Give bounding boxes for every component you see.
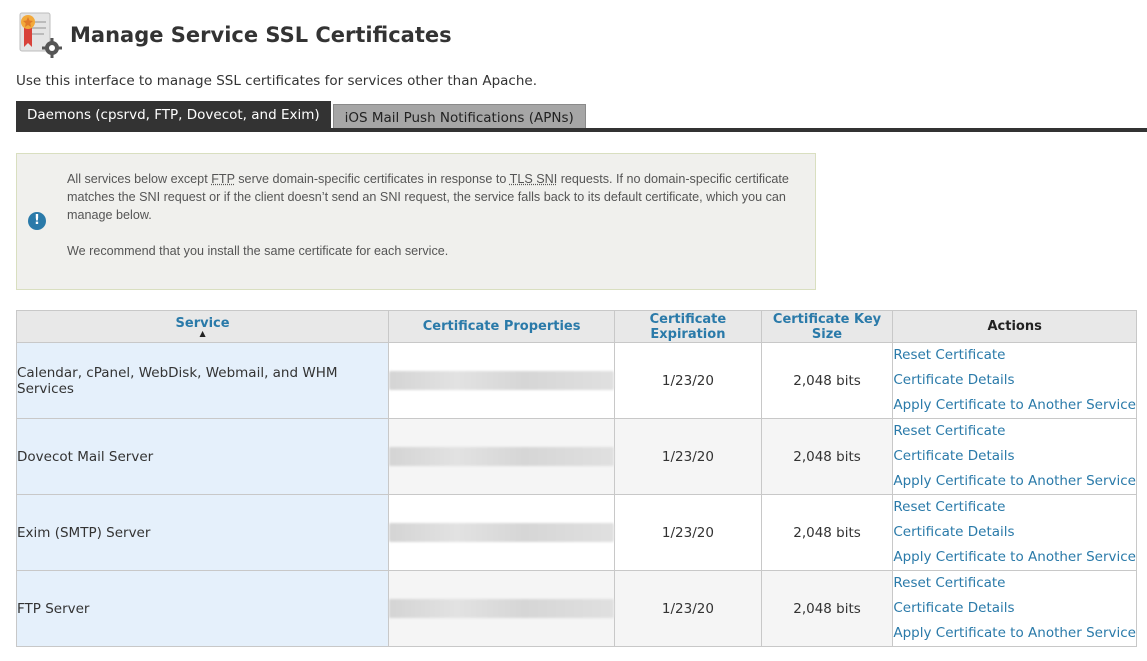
service-certificates-table: Service ▲ Certificate Properties Certific… [15, 310, 1137, 647]
certificate-key-size: 2,048 bits [760, 494, 894, 571]
redacted-properties [389, 371, 615, 390]
info-callout: ! All services below except FTP serve do… [16, 153, 816, 290]
table-row: Calendar, cPanel, WebDisk, Webmail, and … [15, 342, 1137, 419]
service-name: Dovecot Mail Server [15, 418, 390, 495]
row-actions: Reset Certificate Certificate Details Ap… [892, 570, 1137, 647]
sort-ascending-icon: ▲ [199, 329, 206, 338]
certificate-details-link[interactable]: Certificate Details [893, 596, 1136, 621]
table-row: Exim (SMTP) Server 1/23/20 2,048 bits Re… [15, 494, 1137, 571]
service-name: Calendar, cPanel, WebDisk, Webmail, and … [15, 342, 390, 419]
info-exclamation-icon: ! [28, 212, 46, 230]
certificate-details-link[interactable]: Certificate Details [893, 520, 1136, 545]
notice-paragraph-2: We recommend that you install the same c… [67, 244, 449, 258]
redacted-properties [389, 599, 615, 618]
redacted-properties [389, 447, 615, 466]
redacted-properties [389, 523, 615, 542]
service-name: Exim (SMTP) Server [15, 494, 390, 571]
ftp-abbr: FTP [211, 172, 235, 186]
certificate-details-link[interactable]: Certificate Details [893, 368, 1136, 393]
apply-certificate-link[interactable]: Apply Certificate to Another Service [893, 393, 1136, 418]
certificate-properties [388, 342, 616, 419]
table-row: FTP Server 1/23/20 2,048 bits Reset Cert… [15, 570, 1137, 647]
certificate-key-size: 2,048 bits [760, 570, 894, 647]
certificate-properties [388, 570, 616, 647]
certificate-key-size: 2,048 bits [760, 342, 894, 419]
reset-certificate-link[interactable]: Reset Certificate [893, 571, 1136, 596]
certificate-properties [388, 494, 616, 571]
certificate-details-link[interactable]: Certificate Details [893, 444, 1136, 469]
actions-column-header: Actions [892, 310, 1137, 343]
tab-underline [16, 128, 1147, 132]
expiration-column-header[interactable]: Certificate Expiration [614, 310, 762, 343]
properties-column-header[interactable]: Certificate Properties [388, 310, 616, 343]
notice-paragraph-1: All services below except FTP serve doma… [67, 170, 802, 224]
row-actions: Reset Certificate Certificate Details Ap… [892, 418, 1137, 495]
table-row: Dovecot Mail Server 1/23/20 2,048 bits R… [15, 418, 1137, 495]
key-size-column-header[interactable]: Certificate Key Size [760, 310, 894, 343]
certificate-key-size: 2,048 bits [760, 418, 894, 495]
certificate-properties [388, 418, 616, 495]
certificate-expiration: 1/23/20 [614, 570, 762, 647]
apply-certificate-link[interactable]: Apply Certificate to Another Service [893, 621, 1136, 646]
certificate-expiration: 1/23/20 [614, 494, 762, 571]
row-actions: Reset Certificate Certificate Details Ap… [892, 494, 1137, 571]
reset-certificate-link[interactable]: Reset Certificate [893, 343, 1136, 368]
apply-certificate-link[interactable]: Apply Certificate to Another Service [893, 545, 1136, 570]
info-callout-text: All services below except FTP serve doma… [67, 170, 802, 278]
tls-sni-abbr: TLS SNI [509, 172, 558, 186]
reset-certificate-link[interactable]: Reset Certificate [893, 419, 1136, 444]
page-title: Manage Service SSL Certificates [70, 23, 452, 47]
certificate-settings-icon [18, 11, 62, 59]
tab-apns[interactable]: iOS Mail Push Notifications (APNs) [332, 104, 586, 130]
tab-bar: Daemons (cpsrvd, FTP, Dovecot, and Exim)… [16, 101, 586, 130]
intro-text: Use this interface to manage SSL certifi… [16, 73, 538, 89]
certificate-expiration: 1/23/20 [614, 342, 762, 419]
apply-certificate-link[interactable]: Apply Certificate to Another Service [893, 469, 1136, 494]
row-actions: Reset Certificate Certificate Details Ap… [892, 342, 1137, 419]
certificate-expiration: 1/23/20 [614, 418, 762, 495]
reset-certificate-link[interactable]: Reset Certificate [893, 495, 1136, 520]
service-column-header[interactable]: Service ▲ [15, 310, 390, 343]
service-name: FTP Server [15, 570, 390, 647]
table-header-row: Service ▲ Certificate Properties Certific… [15, 310, 1137, 343]
notice-text-part: All services below except [67, 172, 212, 186]
page-header: Manage Service SSL Certificates [18, 10, 452, 60]
notice-text-part: serve domain-specific certificates in re… [234, 172, 510, 186]
tab-daemons[interactable]: Daemons (cpsrvd, FTP, Dovecot, and Exim) [16, 101, 331, 130]
